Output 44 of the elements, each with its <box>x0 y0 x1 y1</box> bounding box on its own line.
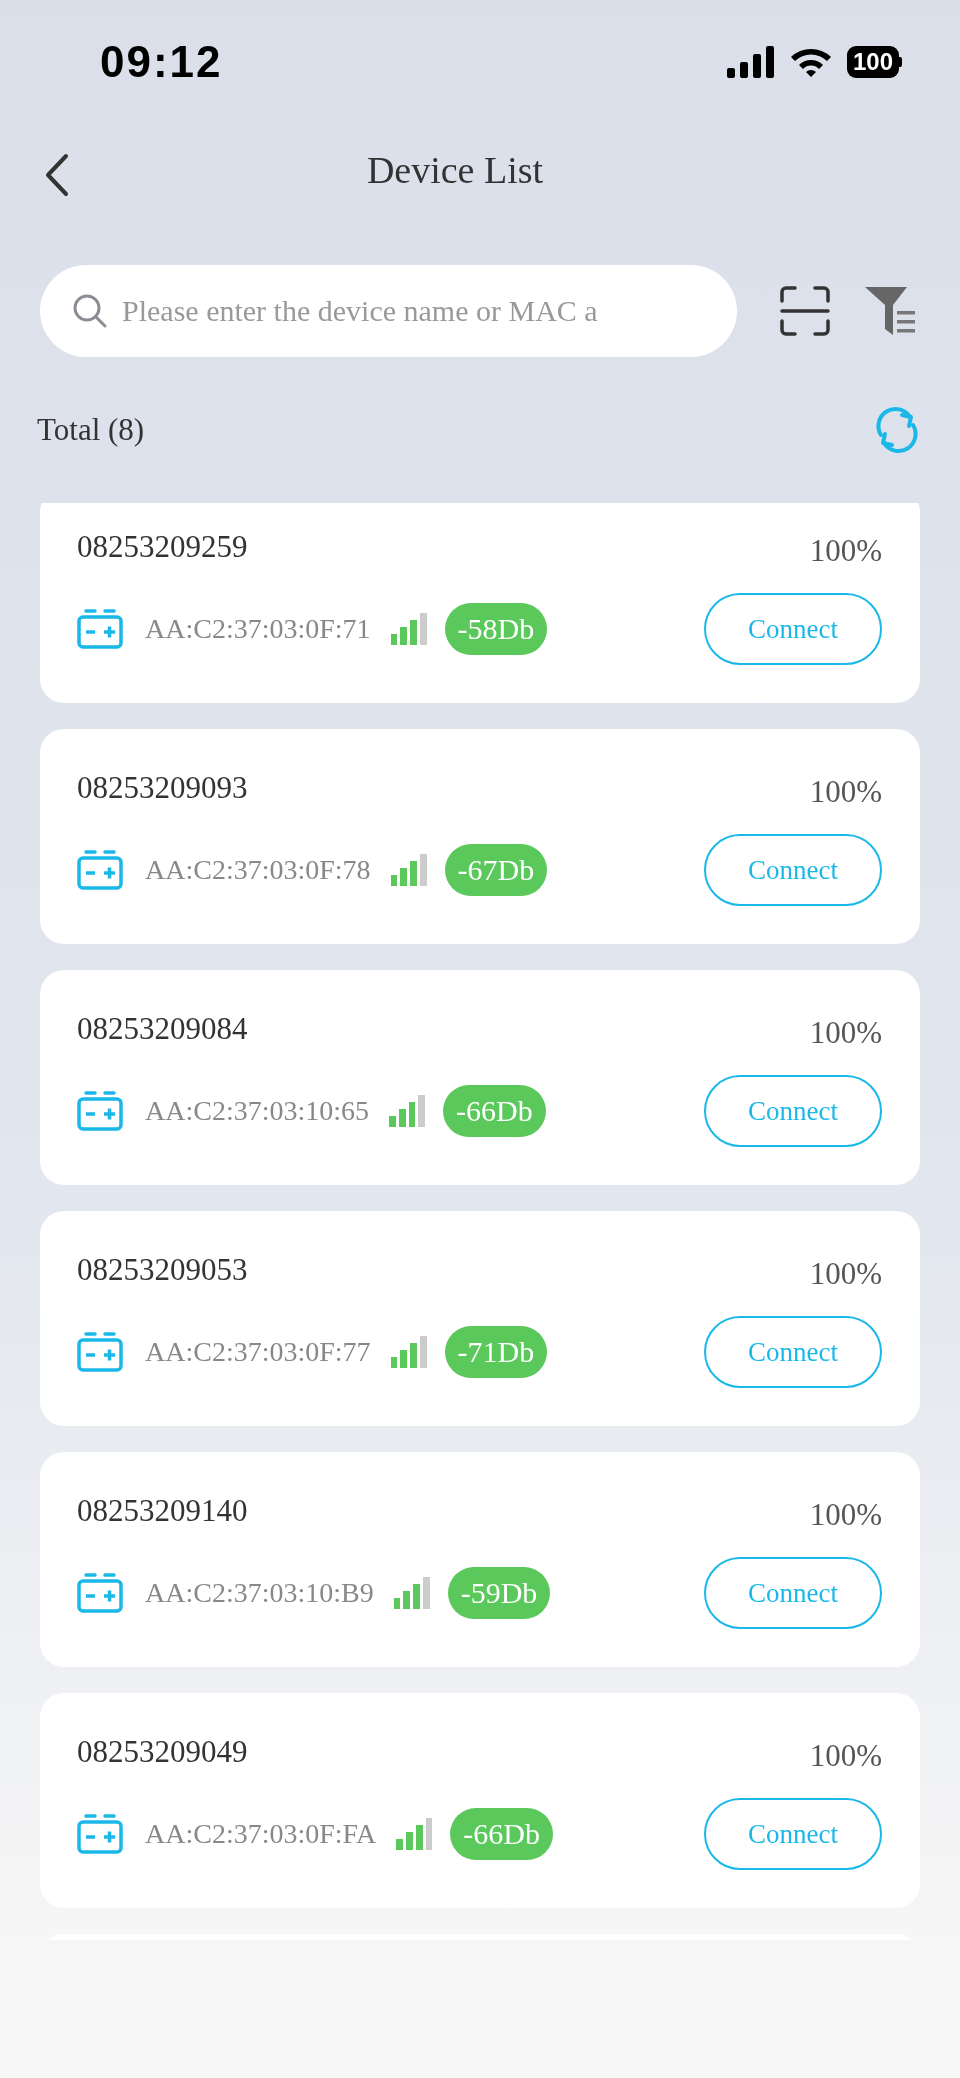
connect-button[interactable]: Connect <box>704 1075 882 1147</box>
connect-button[interactable]: Connect <box>704 593 882 665</box>
connect-button[interactable]: Connect <box>704 1798 882 1870</box>
mac-address: AA:C2:37:03:0F:FA <box>145 1818 377 1850</box>
rssi-badge: -66Db <box>450 1808 553 1860</box>
battery-percent: 100% <box>809 1738 882 1774</box>
rssi-badge: -67Db <box>444 844 548 896</box>
rssi-badge: -58Db <box>444 603 548 655</box>
device-name: 08253209049 <box>77 1734 248 1770</box>
page-title: Device List <box>366 148 544 192</box>
device-name: 08253209053 <box>77 1252 248 1288</box>
search-icon <box>72 293 108 329</box>
search-field[interactable]: Please enter the device name or MAC a <box>40 265 737 357</box>
battery-percent: 100% <box>809 1256 882 1292</box>
connect-button[interactable]: Connect <box>704 1557 882 1629</box>
battery-icon <box>77 1814 123 1854</box>
device-name: 08253209259 <box>77 529 248 565</box>
battery-percent: 100% <box>809 1497 882 1533</box>
rssi-badge: -71Db <box>444 1326 548 1378</box>
battery-icon <box>77 1091 123 1131</box>
device-name: 08253209140 <box>77 1493 248 1529</box>
rssi-badge: -66Db <box>443 1085 546 1137</box>
battery-icon <box>77 850 123 890</box>
scan-button[interactable] <box>779 285 831 337</box>
mac-address: AA:C2:37:03:10:65 <box>145 1095 369 1127</box>
battery-percent: 100% <box>809 533 882 569</box>
mac-address: AA:C2:37:03:0F:77 <box>145 1336 371 1368</box>
battery-percent: 100% <box>809 1015 882 1051</box>
battery-percent: 100% <box>809 774 882 810</box>
cellular-signal-icon <box>726 46 775 78</box>
device-name: 08253209093 <box>77 770 248 806</box>
connect-button[interactable]: Connect <box>704 1316 882 1388</box>
battery-icon <box>77 609 123 649</box>
mac-address: AA:C2:37:03:0F:71 <box>145 613 371 645</box>
device-name: 08253209084 <box>77 1011 248 1047</box>
battery-icon <box>77 1573 123 1613</box>
connect-button[interactable]: Connect <box>704 834 882 906</box>
mac-address: AA:C2:37:03:10:B9 <box>145 1577 374 1609</box>
total-count: Total (8) <box>37 412 145 448</box>
clock-time: 09:12 <box>100 37 223 87</box>
battery-icon <box>77 1332 123 1372</box>
rssi-badge: -59Db <box>447 1567 551 1619</box>
mac-address: AA:C2:37:03:0F:78 <box>145 854 371 886</box>
battery-icon: 100 <box>846 46 902 78</box>
